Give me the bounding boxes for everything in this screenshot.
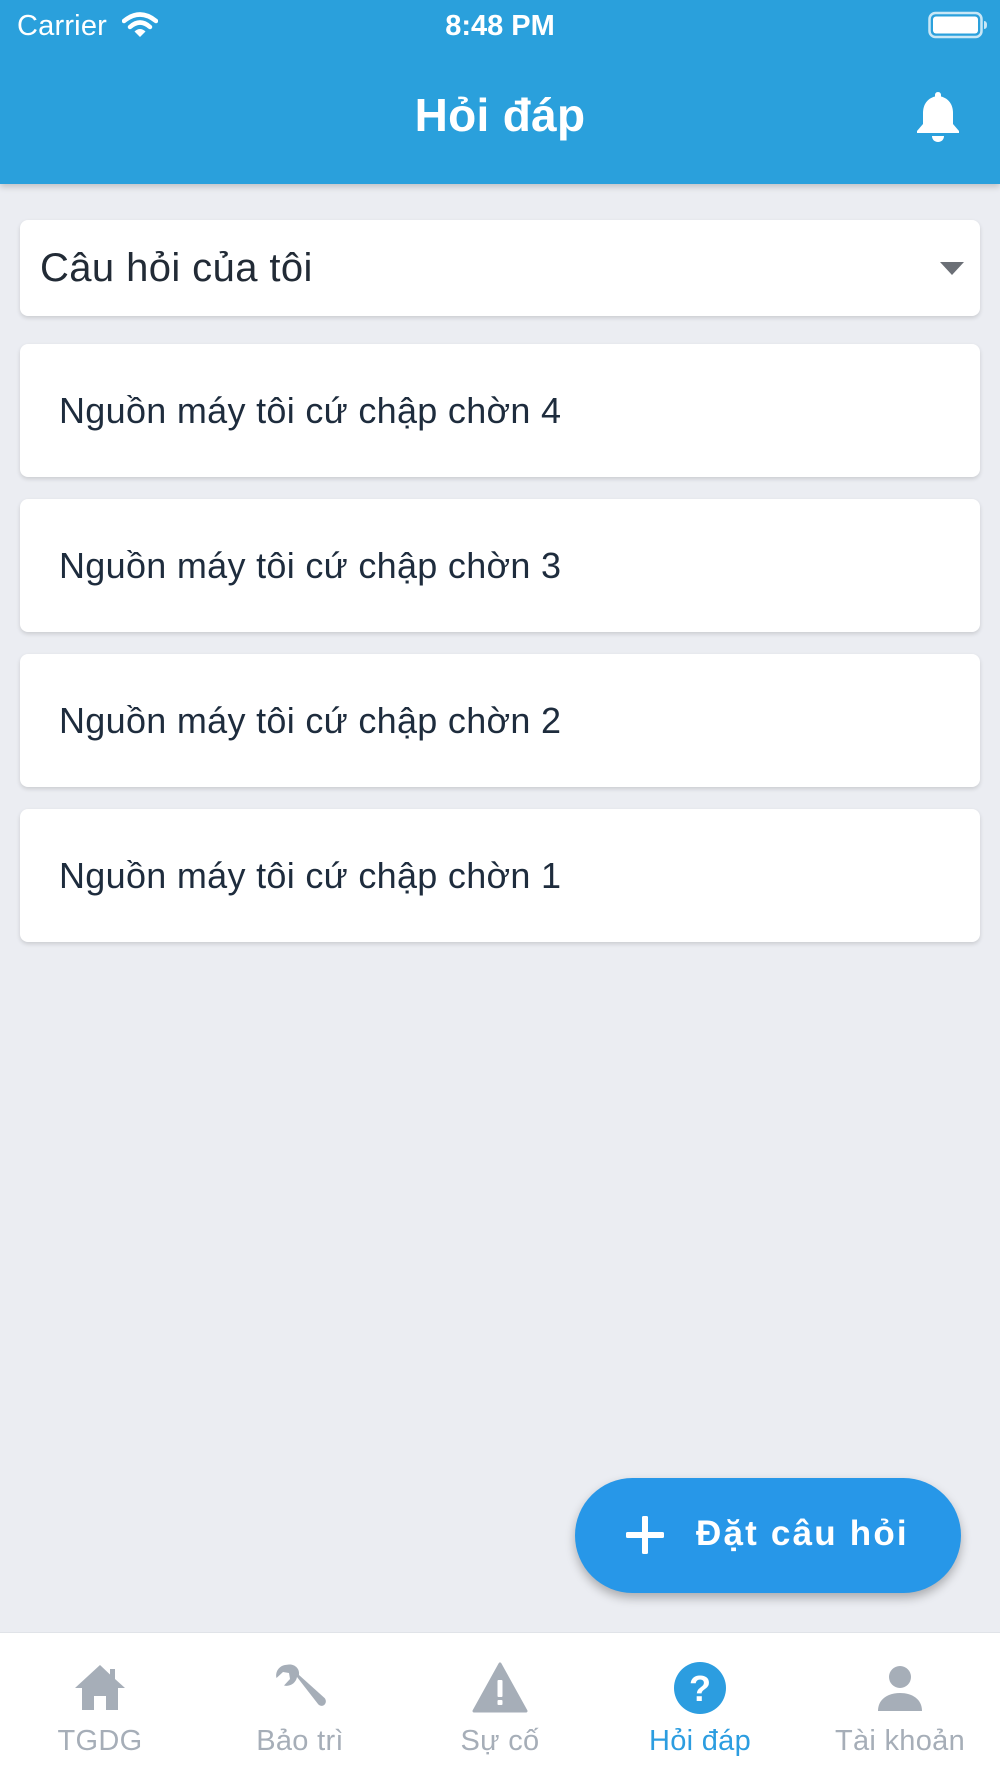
tab-label: Sự cố (460, 1725, 540, 1757)
user-icon (878, 1666, 922, 1711)
tab-tgdg[interactable]: TGDG (0, 1633, 200, 1778)
tab-hoi-dap[interactable]: ? Hỏi đáp (600, 1633, 800, 1778)
question-item[interactable]: Nguồn máy tôi cứ chập chờn 1 (20, 809, 980, 942)
app-screen: Carrier 8:48 PM Hỏi đáp Câu hỏi của tôi (0, 0, 1000, 1778)
question-title: Nguồn máy tôi cứ chập chờn 3 (59, 545, 562, 586)
plus-icon (626, 1516, 664, 1554)
bell-icon (917, 92, 959, 142)
ask-question-label: Đặt câu hỏi (696, 1514, 909, 1553)
status-time: 8:48 PM (445, 10, 555, 42)
svg-text:?: ? (689, 1668, 711, 1709)
question-circle-icon: ? (674, 1662, 726, 1714)
tab-bao-tri[interactable]: Bảo trì (200, 1633, 400, 1778)
status-bar: Carrier 8:48 PM (0, 0, 1000, 52)
battery-icon (928, 11, 987, 39)
wrench-icon (276, 1664, 326, 1706)
question-filter-dropdown[interactable]: Câu hỏi của tôi (20, 220, 980, 316)
question-title: Nguồn máy tôi cứ chập chờn 2 (59, 700, 562, 741)
question-item[interactable]: Nguồn máy tôi cứ chập chờn 2 (20, 654, 980, 787)
tab-label: Hỏi đáp (648, 1725, 752, 1757)
question-title: Nguồn máy tôi cứ chập chờn 4 (59, 390, 562, 431)
tab-label: TGDG (57, 1725, 143, 1757)
question-list: Nguồn máy tôi cứ chập chờn 4 Nguồn máy t… (20, 344, 980, 964)
tab-label: Bảo trì (256, 1725, 344, 1757)
tab-tai-khoan[interactable]: Tài khoản (800, 1633, 1000, 1778)
ask-question-button[interactable]: Đặt câu hỏi (575, 1478, 961, 1593)
question-item[interactable]: Nguồn máy tôi cứ chập chờn 3 (20, 499, 980, 632)
warning-icon (472, 1662, 528, 1713)
tab-label: Tài khoản (834, 1725, 966, 1757)
bottom-tab-bar: TGDG Bảo trì Sự cố ? Hỏi đáp Tài khoản (0, 1632, 1000, 1778)
app-header: Carrier 8:48 PM Hỏi đáp (0, 0, 1000, 184)
question-title: Nguồn máy tôi cứ chập chờn 1 (59, 855, 562, 896)
chevron-down-icon (940, 262, 964, 275)
page-title: Hỏi đáp (414, 89, 586, 141)
tab-su-co[interactable]: Sự cố (400, 1633, 600, 1778)
home-icon (75, 1665, 125, 1710)
notifications-button[interactable] (912, 88, 972, 148)
dropdown-selected-value: Câu hỏi của tôi (40, 246, 313, 290)
question-item[interactable]: Nguồn máy tôi cứ chập chờn 4 (20, 344, 980, 477)
